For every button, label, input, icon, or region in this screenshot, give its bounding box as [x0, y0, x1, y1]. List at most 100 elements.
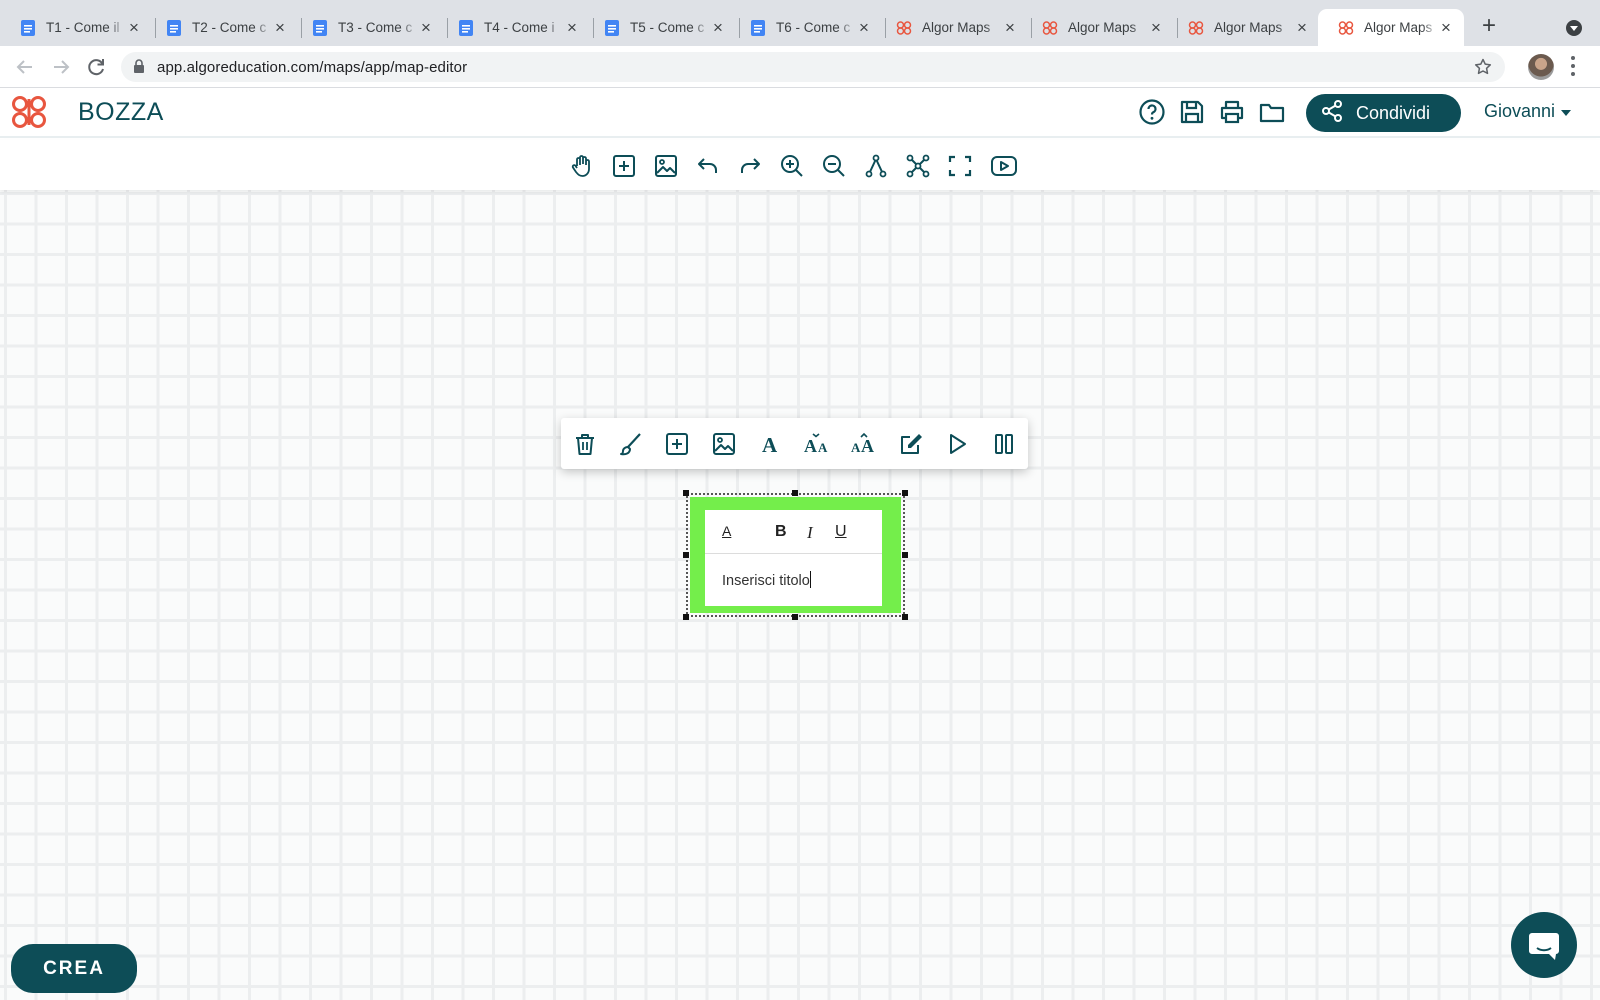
connector-icon[interactable] [863, 153, 889, 179]
user-name: Giovanni [1484, 101, 1556, 121]
tab-title: Algor Maps [922, 20, 991, 35]
browser-toolbar: app.algoreducation.com/maps/app/map-edit… [0, 46, 1600, 88]
node-title-input[interactable]: Inserisci titolo [722, 571, 811, 589]
redo-icon[interactable] [737, 153, 763, 179]
image-icon[interactable] [653, 153, 679, 179]
resize-handle-sw[interactable] [683, 614, 689, 620]
close-tab-icon[interactable]: × [1438, 19, 1454, 36]
editor-toolbar [0, 140, 1600, 190]
back-arrow-icon[interactable] [13, 55, 37, 79]
node-title-text: Inserisci titolo [722, 573, 810, 589]
edit-note-icon[interactable] [898, 431, 924, 457]
zoom-out-icon[interactable] [821, 153, 847, 179]
close-tab-icon[interactable]: × [710, 19, 726, 36]
docs-icon [458, 19, 474, 36]
browser-tab-active[interactable]: Algor Maps × [1318, 9, 1464, 46]
browser-tab[interactable]: Algor Maps × [876, 9, 1028, 46]
algor-brain-icon [896, 20, 912, 36]
italic-button[interactable]: I [807, 523, 813, 543]
new-tab-button[interactable]: + [1478, 14, 1500, 38]
browser-tab[interactable]: T6 - Come c × [730, 9, 882, 46]
browser-tab[interactable]: Algor Maps × [1022, 9, 1174, 46]
increase-font-size-icon[interactable]: AA [850, 431, 880, 457]
browser-tab[interactable]: Algor Maps × [1168, 9, 1320, 46]
forward-arrow-icon[interactable] [49, 55, 73, 79]
columns-icon[interactable] [991, 431, 1017, 457]
node-text-editor[interactable]: A B I U Inserisci titolo [705, 510, 882, 606]
save-icon[interactable] [1178, 98, 1206, 126]
share-icon [1320, 99, 1344, 128]
presentation-icon[interactable] [990, 153, 1017, 179]
svg-text:A: A [861, 436, 874, 456]
browser-menu-icon[interactable] [1570, 56, 1576, 76]
lock-icon[interactable] [133, 59, 145, 79]
map-title[interactable]: BOZZA [78, 98, 164, 127]
close-tab-icon[interactable]: × [856, 19, 872, 36]
browser-tab[interactable]: T5 - Come c × [584, 9, 736, 46]
bold-button[interactable]: B [775, 523, 787, 541]
resize-handle-nw[interactable] [683, 490, 689, 496]
close-tab-icon[interactable]: × [1294, 19, 1310, 36]
reload-icon[interactable] [84, 55, 108, 79]
play-icon[interactable] [944, 431, 970, 457]
docs-icon [604, 19, 620, 36]
close-tab-icon[interactable]: × [1148, 19, 1164, 36]
algor-logo-icon[interactable] [10, 95, 48, 134]
close-tab-icon[interactable]: × [1002, 19, 1018, 36]
chat-button[interactable] [1511, 912, 1577, 978]
tab-title: Algor Maps [1068, 20, 1137, 35]
address-bar[interactable]: app.algoreducation.com/maps/app/map-edit… [121, 52, 1505, 82]
create-button[interactable]: CREA [11, 944, 137, 993]
close-tab-icon[interactable]: × [126, 19, 142, 36]
profile-avatar[interactable] [1528, 54, 1554, 80]
add-node-icon[interactable] [611, 153, 637, 179]
tab-title: T5 - Come c [630, 20, 705, 35]
font-icon[interactable]: A [757, 431, 783, 457]
fit-screen-icon[interactable] [947, 153, 973, 179]
bookmark-star-icon[interactable] [1473, 57, 1493, 82]
close-tab-icon[interactable]: × [418, 19, 434, 36]
node-toolbar: A AA AA [561, 418, 1028, 469]
tab-title: T6 - Come c [776, 20, 851, 35]
decrease-font-size-icon[interactable]: AA [803, 431, 833, 457]
auto-layout-icon[interactable] [905, 153, 931, 179]
trash-icon[interactable] [572, 431, 598, 457]
browser-tab-strip: T1 - Come il × T2 - Come c × T3 - Come c… [0, 0, 1600, 46]
close-tab-icon[interactable]: × [564, 19, 580, 36]
resize-handle-se[interactable] [902, 614, 908, 620]
browser-tab[interactable]: T1 - Come il × [0, 9, 152, 46]
chevron-down-icon [1561, 109, 1572, 116]
resize-handle-ne[interactable] [902, 490, 908, 496]
print-icon[interactable] [1218, 98, 1246, 126]
resize-handle-n[interactable] [792, 490, 798, 496]
folder-icon[interactable] [1258, 98, 1286, 126]
zoom-in-icon[interactable] [779, 153, 805, 179]
browser-tab[interactable]: T3 - Come c × [292, 9, 444, 46]
undo-icon[interactable] [695, 153, 721, 179]
tab-search-icon[interactable] [1566, 20, 1582, 36]
resize-handle-w[interactable] [683, 552, 689, 558]
browser-tab[interactable]: T2 - Come c × [146, 9, 298, 46]
browser-tab[interactable]: T4 - Come i × [438, 9, 590, 46]
tab-title: T4 - Come i [484, 20, 555, 35]
add-child-node-icon[interactable] [664, 431, 690, 457]
share-button[interactable]: Condividi [1306, 94, 1461, 132]
map-node-selected[interactable]: A B I U Inserisci titolo [683, 490, 908, 620]
underline-button[interactable]: U [835, 523, 847, 541]
node-image-icon[interactable] [711, 431, 737, 457]
share-label: Condividi [1356, 102, 1431, 123]
resize-handle-e[interactable] [902, 552, 908, 558]
resize-handle-s[interactable] [792, 614, 798, 620]
user-menu[interactable]: Giovanni [1484, 101, 1572, 122]
brush-icon[interactable] [618, 431, 644, 457]
help-icon[interactable] [1138, 98, 1166, 126]
app-header: BOZZA Condividi Giovanni [0, 88, 1600, 138]
tab-title: T2 - Come c [192, 20, 267, 35]
text-format-bar: A B I U [705, 510, 882, 554]
close-tab-icon[interactable]: × [272, 19, 288, 36]
text-color-button[interactable]: A [722, 523, 731, 539]
docs-icon [312, 19, 328, 36]
text-cursor [809, 571, 811, 588]
svg-text:A: A [762, 433, 778, 457]
hand-pan-icon[interactable] [570, 153, 596, 179]
